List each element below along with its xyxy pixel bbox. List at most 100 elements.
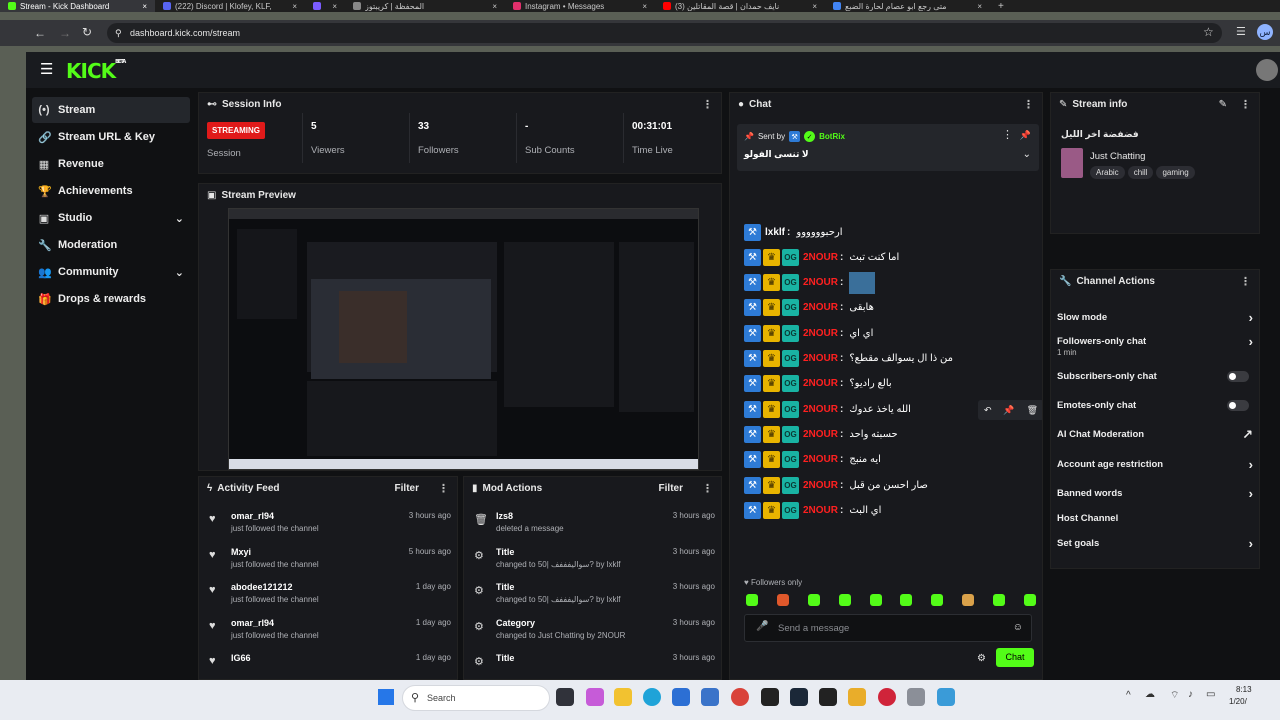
task-view-icon[interactable]	[556, 688, 574, 706]
chat-username[interactable]: 2NOUR	[803, 302, 838, 313]
chevron-right-icon[interactable]: ›	[1249, 457, 1253, 472]
chat-message[interactable]: ⚒ ♛ OG 2NOUR:	[744, 271, 876, 294]
more-icon[interactable]: ⋮	[438, 482, 449, 495]
steam-icon[interactable]	[790, 688, 808, 706]
tray-chevron-icon[interactable]: ^	[1126, 690, 1131, 701]
emote-icon[interactable]	[931, 594, 944, 606]
reply-icon[interactable]: ↶	[984, 405, 992, 416]
app-icon[interactable]	[819, 688, 837, 706]
browser-tab[interactable]: (3) نايف حمدان | قصة المقاتلين ×	[655, 0, 825, 12]
chat-message[interactable]: ⚒ ♛ OG 2NOUR: بالع راديو؟	[744, 373, 892, 395]
chat-message[interactable]: ⚒ lxklf: ارحبوووووو	[744, 221, 842, 243]
toggle-switch[interactable]	[1227, 371, 1249, 382]
chat-username[interactable]: lxklf	[765, 227, 785, 238]
mod-filter-button[interactable]: Filter	[659, 483, 683, 494]
chat-message[interactable]: ⚒ ♛ OG 2NOUR: اي اي	[744, 322, 873, 344]
toggle-switch[interactable]	[1227, 400, 1249, 411]
app-icon[interactable]	[878, 688, 896, 706]
sidebar-item-stream-url-key[interactable]: 🔗 Stream URL & Key	[32, 124, 190, 150]
pin-icon[interactable]: 📌	[1003, 405, 1014, 416]
emote-icon[interactable]	[746, 594, 758, 606]
chat-username[interactable]: 2NOUR	[803, 328, 838, 339]
delete-icon[interactable]: 🗑	[1027, 405, 1038, 416]
settings-gear-icon[interactable]: ⚙	[977, 653, 986, 664]
app-icon[interactable]	[848, 688, 866, 706]
stream-tag[interactable]: chill	[1127, 166, 1154, 179]
emote-icon[interactable]	[993, 594, 1005, 606]
sidebar-item-achievements[interactable]: 🏆 Achievements	[32, 178, 190, 204]
more-icon[interactable]: ⋮	[1240, 98, 1251, 111]
close-icon[interactable]: ×	[642, 2, 647, 11]
activity-filter-button[interactable]: Filter	[395, 483, 419, 494]
external-link-icon[interactable]: ↗	[1242, 427, 1253, 443]
more-icon[interactable]: ⋮	[1002, 128, 1013, 141]
chat-message[interactable]: ⚒ ♛ OG 2NOUR: من ذا ال يسوالف مقطع؟	[744, 348, 953, 370]
chat-message[interactable]: ⚒ ♛ OG 2NOUR: الله ياخذ عدوك	[744, 398, 911, 420]
chevron-right-icon[interactable]: ›	[1249, 310, 1253, 325]
sidebar-item-community[interactable]: 👥 Community ⌄	[32, 259, 190, 285]
battery-icon[interactable]: ▭	[1206, 689, 1215, 700]
chat-message[interactable]: ⚒ ♛ OG 2NOUR: اي البث	[744, 499, 881, 521]
chat-username[interactable]: 2NOUR	[803, 378, 838, 389]
more-icon[interactable]: ⋮	[1023, 98, 1034, 111]
chat-message[interactable]: ⚒ ♛ OG 2NOUR: صار احسن من قبل	[744, 474, 928, 496]
chat-message[interactable]: ⚒ ♛ OG 2NOUR: حسبته واحد	[744, 423, 898, 445]
channel-action-subscribers-only-chat[interactable]: Subscribers-only chat	[1057, 371, 1253, 382]
emote-icon[interactable]	[776, 594, 789, 606]
browser-tab[interactable]: Stream - Kick Dashboard ×	[0, 0, 155, 12]
emote-icon[interactable]	[838, 594, 851, 606]
chat-message[interactable]: ⚒ ♛ OG 2NOUR: ايه منبج	[744, 449, 881, 471]
emote-icon[interactable]	[869, 594, 882, 606]
chat-username[interactable]: 2NOUR	[803, 454, 838, 465]
channel-action-account-age-restriction[interactable]: Account age restriction ›	[1057, 457, 1253, 472]
stream-tag[interactable]: Arabic	[1090, 166, 1125, 179]
reload-icon[interactable]: ↻	[82, 25, 92, 39]
browser-tab[interactable]: متى رجع ابو عصام لحارة الضبع ×	[825, 0, 990, 12]
back-icon[interactable]: ←	[34, 26, 46, 40]
bookmark-star-icon[interactable]: ☆	[1203, 25, 1214, 39]
chat-send-button[interactable]: Chat	[996, 648, 1034, 667]
unpin-icon[interactable]: 📌	[1020, 130, 1031, 141]
extensions-icon[interactable]: ☰	[1236, 25, 1246, 38]
channel-action-emotes-only-chat[interactable]: Emotes-only chat	[1057, 400, 1253, 411]
close-icon[interactable]: ×	[977, 2, 982, 11]
address-bar[interactable]: ⚲ dashboard.kick.com/stream	[107, 23, 1222, 43]
sidebar-item-stream[interactable]: (•) Stream	[32, 97, 190, 123]
chat-username[interactable]: 2NOUR	[803, 429, 838, 440]
channel-action-set-goals[interactable]: Set goals ›	[1057, 536, 1253, 551]
kick-logo[interactable]: KICKBETA	[66, 59, 126, 83]
app-icon[interactable]	[937, 688, 955, 706]
app-icon[interactable]	[907, 688, 925, 706]
chrome-icon[interactable]	[731, 688, 749, 706]
chat-username[interactable]: 2NOUR	[803, 353, 838, 364]
chat-username[interactable]: 2NOUR	[803, 252, 838, 263]
close-icon[interactable]: ×	[332, 2, 337, 11]
menu-icon[interactable]: ☰	[40, 60, 53, 78]
browser-tab[interactable]: (222) Discord | Klofey, KLF, ×	[155, 0, 305, 12]
chat-username[interactable]: 2NOUR	[803, 404, 838, 415]
app-icon[interactable]	[586, 688, 604, 706]
browser-tab[interactable]: المحفظة | كريبتوز ×	[345, 0, 505, 12]
chat-message[interactable]: ⚒ ♛ OG 2NOUR: اما كنت تبث	[744, 246, 899, 268]
channel-action-ai-chat-moderation[interactable]: AI Chat Moderation ↗	[1057, 427, 1253, 443]
browser-tab[interactable]: ×	[305, 0, 345, 12]
file-explorer-icon[interactable]	[614, 688, 632, 706]
stream-preview-video[interactable]	[228, 208, 699, 470]
emote-icon[interactable]	[962, 594, 975, 606]
chevron-right-icon[interactable]: ›	[1249, 334, 1253, 349]
more-icon[interactable]: ⋮	[702, 482, 713, 495]
microphone-icon[interactable]: 🎤	[756, 621, 768, 632]
forward-icon[interactable]: →	[59, 26, 71, 40]
channel-action-followers-only-chat[interactable]: Followers-only chat 1 min ›	[1057, 334, 1253, 357]
chat-input[interactable]: 🎤 Send a message ☺	[744, 614, 1032, 642]
chat-username[interactable]: 2NOUR	[803, 480, 838, 491]
app-icon[interactable]	[761, 688, 779, 706]
emote-icon[interactable]	[900, 594, 913, 606]
channel-action-host-channel[interactable]: Host Channel	[1057, 513, 1253, 524]
chevron-right-icon[interactable]: ›	[1249, 536, 1253, 551]
channel-action-banned-words[interactable]: Banned words ›	[1057, 486, 1253, 501]
site-info-icon[interactable]: ⚲	[115, 23, 122, 43]
emote-icon[interactable]	[1023, 594, 1036, 606]
store-icon[interactable]	[672, 688, 690, 706]
close-icon[interactable]: ×	[492, 2, 497, 11]
